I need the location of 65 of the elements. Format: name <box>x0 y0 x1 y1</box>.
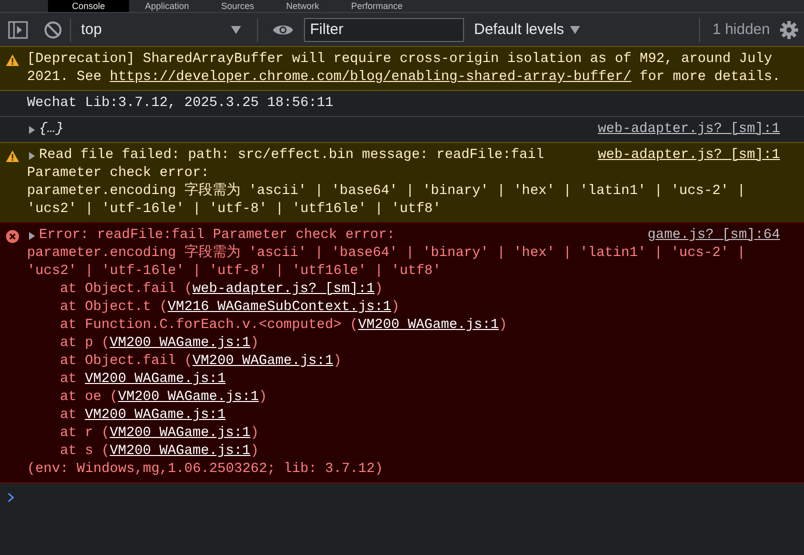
stack-text: ) <box>374 282 383 297</box>
stack-text: at <box>60 372 78 387</box>
warning-icon <box>6 54 19 67</box>
warning-icon <box>6 150 19 163</box>
message-text: [Deprecation] SharedArrayBuffer will require cross-origin isolation as of M92, around July 2021. See https://developer.chrome.com/blog/enabling-shared-array-buffer/ for more details. <box>27 51 782 87</box>
stack-text: ) <box>258 390 268 405</box>
dropdown-caret-icon[interactable] <box>570 26 580 34</box>
link[interactable]: VM200 WAGame.js:1 <box>358 318 499 333</box>
stack-text: at Object.t ( <box>60 300 168 315</box>
stack-text: ) <box>498 318 508 333</box>
stack-text: ) <box>250 426 259 441</box>
link[interactable]: https://developer.chrome.com/blog/enabling-shared-array-buffer/ <box>110 70 632 85</box>
link[interactable]: VM200 WAGame.js:1 <box>118 390 259 405</box>
message-text: Error: readFile:fail Parameter check error: <box>39 227 396 244</box>
expand-triangle-icon[interactable] <box>29 126 35 134</box>
stack-text: ) <box>250 444 259 459</box>
link[interactable]: VM200 WAGame.js:1 <box>192 354 334 369</box>
message-text: parameter.encoding 字段需为 'ascii' | 'base64' | 'binary' | 'hex' | 'latin1' | 'ucs-2' | <box>27 245 746 263</box>
dropdown-caret-icon[interactable] <box>231 26 241 34</box>
tab[interactable]: Network <box>270 0 336 12</box>
tab[interactable]: Application <box>129 0 206 12</box>
message-text: 'ucs2' | 'utf-16le' | 'utf-8' | 'utf16le' | 'utf8' <box>27 201 442 219</box>
link[interactable]: web-adapter.js? [sm]:1 <box>192 282 375 297</box>
message-text: 'ucs2' | 'utf-16le' | 'utf-8' | 'utf16le' | 'utf8' <box>27 263 442 281</box>
message-text: Wechat Lib:3.7.12, 2025.3.25 18:56:11 <box>27 95 334 113</box>
expand-triangle-icon[interactable] <box>29 152 35 160</box>
link[interactable]: VM200 WAGame.js:1 <box>110 426 250 441</box>
message-text: parameter.encoding 字段需为 'ascii' | 'base64' | 'binary' | 'hex' | 'latin1' | 'ucs-2' | <box>27 183 746 201</box>
message-text: (env: Windows,mg,1.06.2503262; lib: 3.7.12) <box>27 461 384 479</box>
stack-text: at Object.fail ( <box>60 282 192 297</box>
link[interactable]: game.js? [sm]:64 <box>648 227 780 245</box>
expand-triangle-icon[interactable] <box>29 232 35 240</box>
sidebar-toggle-icon[interactable] <box>8 20 28 38</box>
eye-icon[interactable] <box>272 22 294 36</box>
levels-dropdown[interactable]: Default levels <box>474 21 580 38</box>
stack-text: ) <box>391 300 400 315</box>
stack-text: at r ( <box>60 426 110 441</box>
link[interactable]: web-adapter.js? [sm]:1 <box>598 121 780 139</box>
context-select[interactable]: top <box>79 21 249 38</box>
stack-text: at <box>60 408 78 423</box>
tab[interactable]: Performance <box>335 0 419 12</box>
stack-text: at s ( <box>60 444 110 459</box>
tab[interactable]: Console <box>48 0 130 12</box>
tab[interactable]: Sources <box>205 0 270 12</box>
settings-icon[interactable] <box>780 20 798 38</box>
link[interactable]: VM216 WAGameSubContext.js:1 <box>168 300 392 315</box>
message-text: {…} <box>39 121 64 139</box>
clear-icon[interactable] <box>44 20 62 38</box>
link[interactable]: VM200 WAGame.js:1 <box>84 408 226 423</box>
link[interactable]: web-adapter.js? [sm]:1 <box>598 147 780 165</box>
message-text: Read file failed: path: src/effect.bin message: readFile:fail <box>39 147 544 165</box>
stack-text: at p ( <box>60 336 110 351</box>
stack-text: ) <box>333 354 342 369</box>
prompt-chevron-icon[interactable] <box>8 493 14 502</box>
link[interactable]: VM200 WAGame.js:1 <box>110 336 250 351</box>
link[interactable]: VM200 WAGame.js:1 <box>84 372 226 387</box>
error-icon <box>6 230 19 243</box>
stack-text: at Object.fail ( <box>60 354 192 369</box>
filter-field[interactable]: Filter <box>304 18 464 42</box>
message-text: Parameter check error: <box>27 165 210 182</box>
stack-text: ) <box>250 336 259 351</box>
hidden-count: 1 hidden <box>712 21 770 38</box>
link[interactable]: VM200 WAGame.js:1 <box>110 444 250 459</box>
stack-text: at Function.C.forEach.v.<computed> ( <box>60 318 358 333</box>
stack-text: at oe ( <box>60 390 118 405</box>
